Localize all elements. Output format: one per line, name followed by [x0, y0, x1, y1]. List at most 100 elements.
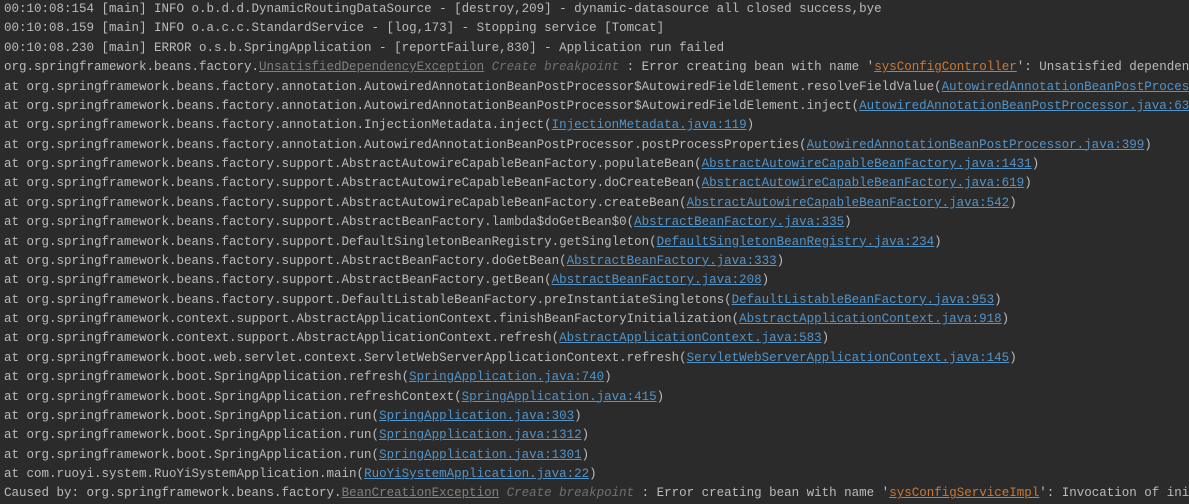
stack-frame-text: ) [589, 467, 597, 481]
stack-frame-text: at org.springframework.context.support.A… [4, 312, 739, 326]
stack-frame-text: at org.springframework.boot.web.servlet.… [4, 351, 687, 365]
log-text: Caused by: org.springframework.beans.fac… [4, 486, 342, 500]
stack-frame-text: at org.springframework.boot.SpringApplic… [4, 370, 409, 384]
log-line: at org.springframework.beans.factory.ann… [4, 136, 1185, 155]
bean-link[interactable]: sysConfigController [874, 60, 1017, 74]
log-line: at org.springframework.boot.SpringApplic… [4, 426, 1185, 445]
log-text: : Error creating bean with name ' [634, 486, 889, 500]
log-line: at org.springframework.beans.factory.ann… [4, 78, 1185, 97]
stack-frame-text: at org.springframework.beans.factory.sup… [4, 196, 687, 210]
log-text: 00:10:08.159 [main] INFO o.a.c.c.Standar… [4, 21, 664, 35]
stack-frame-text: at org.springframework.boot.SpringApplic… [4, 409, 379, 423]
log-line: at org.springframework.beans.factory.ann… [4, 97, 1185, 116]
log-text: : Error creating bean with name ' [619, 60, 874, 74]
source-link[interactable]: DefaultSingletonBeanRegistry.java:234 [657, 235, 935, 249]
stack-frame-text: ) [1144, 138, 1152, 152]
stack-frame-text: at org.springframework.beans.factory.ann… [4, 80, 942, 94]
source-link[interactable]: AbstractAutowireCapableBeanFactory.java:… [702, 176, 1025, 190]
create-breakpoint-link[interactable]: Create breakpoint [507, 486, 635, 500]
log-line: at org.springframework.beans.factory.sup… [4, 271, 1185, 290]
stack-frame-text: ) [1009, 351, 1017, 365]
source-link[interactable]: AbstractApplicationContext.java:583 [559, 331, 822, 345]
stack-frame-text: ) [822, 331, 830, 345]
source-link[interactable]: SpringApplication.java:1301 [379, 448, 582, 462]
stack-frame-text: at org.springframework.beans.factory.sup… [4, 157, 702, 171]
stack-frame-text: at org.springframework.beans.factory.sup… [4, 293, 732, 307]
log-text: ': Unsatisfied dependency expresse [1017, 60, 1189, 74]
stack-frame-text: ) [844, 215, 852, 229]
log-line: 00:10:08.230 [main] ERROR o.s.b.SpringAp… [4, 39, 1185, 58]
stack-frame-text: at org.springframework.context.support.A… [4, 331, 559, 345]
log-line: at org.springframework.beans.factory.ann… [4, 116, 1185, 135]
log-line: Caused by: org.springframework.beans.fac… [4, 484, 1185, 503]
log-line: at org.springframework.beans.factory.sup… [4, 291, 1185, 310]
stack-frame-text: ) [1032, 157, 1040, 171]
log-line: at org.springframework.beans.factory.sup… [4, 213, 1185, 232]
stack-frame-text: ) [1002, 312, 1010, 326]
log-line: at com.ruoyi.system.RuoYiSystemApplicati… [4, 465, 1185, 484]
stack-frame-text: ) [1009, 196, 1017, 210]
log-text: org.springframework.beans.factory. [4, 60, 259, 74]
create-breakpoint-link[interactable]: Create breakpoint [492, 60, 620, 74]
stack-frame-text: at org.springframework.boot.SpringApplic… [4, 390, 462, 404]
source-link[interactable]: RuoYiSystemApplication.java:22 [364, 467, 589, 481]
stack-frame-text: at org.springframework.beans.factory.ann… [4, 118, 552, 132]
stack-frame-text: at org.springframework.beans.factory.sup… [4, 273, 552, 287]
log-text: 00:10:08.230 [main] ERROR o.s.b.SpringAp… [4, 41, 724, 55]
log-line: org.springframework.beans.factory.Unsati… [4, 58, 1185, 77]
source-link[interactable]: AutowiredAnnotationBeanPostProcessor.jav… [807, 138, 1145, 152]
stack-frame-text: at org.springframework.boot.SpringApplic… [4, 448, 379, 462]
exception-link[interactable]: BeanCreationException [342, 486, 500, 500]
stack-frame-text: at org.springframework.beans.factory.ann… [4, 138, 807, 152]
stack-frame-text: ) [582, 428, 590, 442]
log-line: at org.springframework.boot.SpringApplic… [4, 407, 1185, 426]
source-link[interactable]: AbstractBeanFactory.java:333 [567, 254, 777, 268]
stack-frame-text: ) [994, 293, 1002, 307]
log-line: at org.springframework.context.support.A… [4, 329, 1185, 348]
stack-frame-text: ) [582, 448, 590, 462]
source-link[interactable]: AbstractBeanFactory.java:335 [634, 215, 844, 229]
source-link[interactable]: SpringApplication.java:1312 [379, 428, 582, 442]
stack-frame-text: at org.springframework.beans.factory.ann… [4, 99, 859, 113]
log-text: 00:10:08:154 [main] INFO o.b.d.d.Dynamic… [4, 2, 882, 16]
log-line: at org.springframework.boot.SpringApplic… [4, 368, 1185, 387]
source-link[interactable]: ServletWebServerApplicationContext.java:… [687, 351, 1010, 365]
source-link[interactable]: AbstractApplicationContext.java:918 [739, 312, 1002, 326]
stack-frame-text: ) [747, 118, 755, 132]
stack-frame-text: ) [1024, 176, 1032, 190]
source-link[interactable]: SpringApplication.java:415 [462, 390, 657, 404]
stack-frame-text: at org.springframework.beans.factory.sup… [4, 235, 657, 249]
log-line: at org.springframework.beans.factory.sup… [4, 155, 1185, 174]
log-line: 00:10:08.159 [main] INFO o.a.c.c.Standar… [4, 19, 1185, 38]
source-link[interactable]: AbstractBeanFactory.java:208 [552, 273, 762, 287]
source-link[interactable]: AbstractAutowireCapableBeanFactory.java:… [687, 196, 1010, 210]
source-link[interactable]: AutowiredAnnotationBeanPostProcessor. [942, 80, 1189, 94]
console-output: 00:10:08:154 [main] INFO o.b.d.d.Dynamic… [4, 0, 1185, 504]
bean-link[interactable]: sysConfigServiceImpl [889, 486, 1039, 500]
stack-frame-text: at org.springframework.beans.factory.sup… [4, 254, 567, 268]
stack-frame-text: at org.springframework.beans.factory.sup… [4, 215, 634, 229]
log-line: at org.springframework.beans.factory.sup… [4, 233, 1185, 252]
source-link[interactable]: SpringApplication.java:303 [379, 409, 574, 423]
log-line: at org.springframework.boot.web.servlet.… [4, 349, 1185, 368]
log-line: at org.springframework.beans.factory.sup… [4, 174, 1185, 193]
stack-frame-text: at com.ruoyi.system.RuoYiSystemApplicati… [4, 467, 364, 481]
source-link[interactable]: SpringApplication.java:740 [409, 370, 604, 384]
stack-frame-text: ) [574, 409, 582, 423]
source-link[interactable]: DefaultListableBeanFactory.java:953 [732, 293, 995, 307]
log-line: at org.springframework.context.support.A… [4, 310, 1185, 329]
exception-link[interactable]: UnsatisfiedDependencyException [259, 60, 484, 74]
source-link[interactable]: InjectionMetadata.java:119 [552, 118, 747, 132]
stack-frame-text: ) [762, 273, 770, 287]
log-line: 00:10:08:154 [main] INFO o.b.d.d.Dynamic… [4, 0, 1185, 19]
stack-frame-text: ) [934, 235, 942, 249]
log-line: at org.springframework.boot.SpringApplic… [4, 388, 1185, 407]
source-link[interactable]: AbstractAutowireCapableBeanFactory.java:… [702, 157, 1032, 171]
log-line: at org.springframework.beans.factory.sup… [4, 252, 1185, 271]
source-link[interactable]: AutowiredAnnotationBeanPostProcessor.jav… [859, 99, 1189, 113]
stack-frame-text: ) [604, 370, 612, 384]
log-line: at org.springframework.beans.factory.sup… [4, 194, 1185, 213]
stack-frame-text: at org.springframework.boot.SpringApplic… [4, 428, 379, 442]
log-line: at org.springframework.boot.SpringApplic… [4, 446, 1185, 465]
stack-frame-text: ) [657, 390, 665, 404]
